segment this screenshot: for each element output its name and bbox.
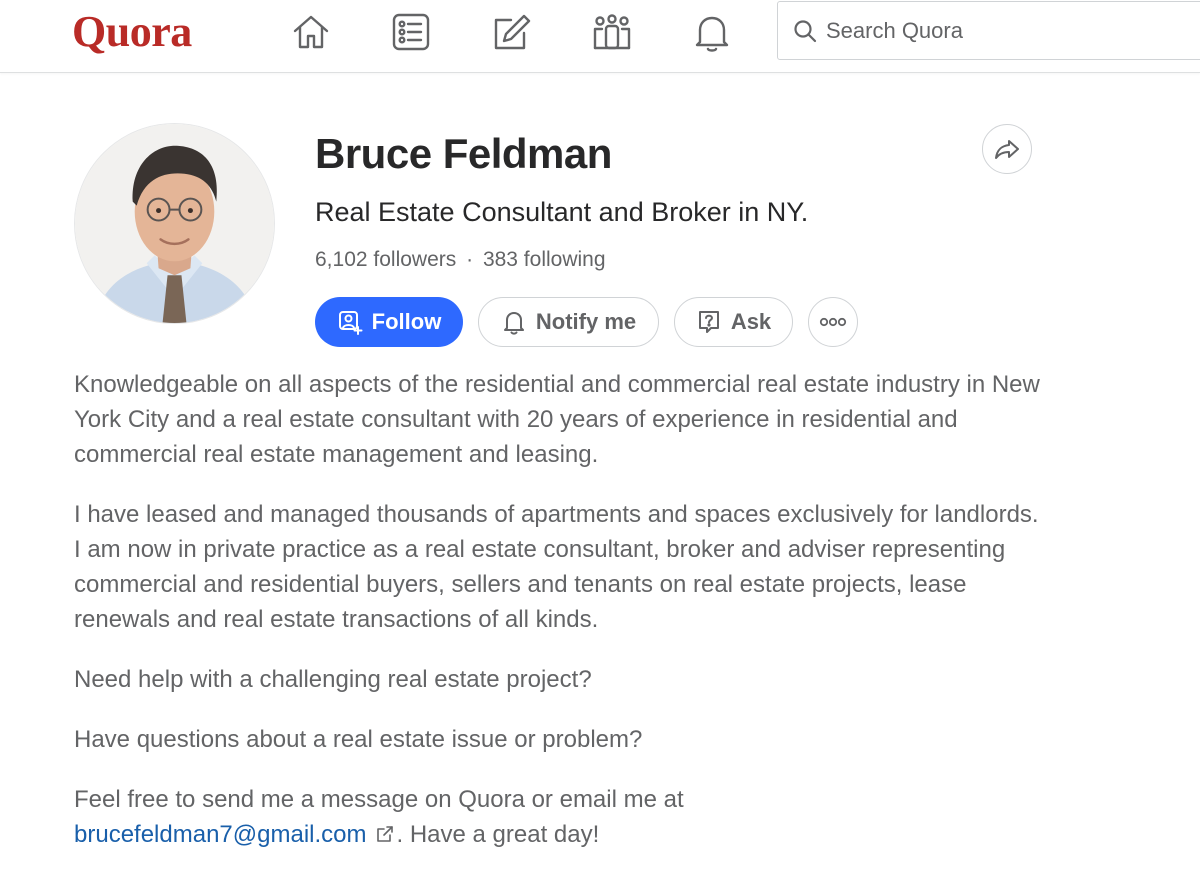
stats-separator: · (466, 248, 474, 271)
followers-count[interactable]: 6,102 followers (315, 248, 456, 271)
profile-name: Bruce Feldman (315, 130, 612, 177)
search-bar[interactable] (777, 1, 1200, 60)
notify-me-label: Notify me (535, 309, 637, 334)
email-link[interactable]: brucefeldman7@gmail.com (74, 821, 367, 848)
quora-logo[interactable]: Quora (72, 6, 192, 57)
home-icon[interactable] (289, 10, 333, 54)
bio-paragraph-contact: Feel free to send me a message on Quora … (74, 782, 1049, 852)
profile-photo (75, 124, 274, 323)
answer-icon[interactable] (490, 10, 534, 54)
search-icon (794, 19, 817, 42)
profile-headline: Real Estate Consultant and Broker in NY. (315, 197, 809, 227)
ask-button[interactable]: Ask (674, 297, 793, 347)
top-nav-bar: Quora (0, 0, 1200, 73)
following-feed-icon[interactable] (389, 10, 433, 54)
more-options-button[interactable] (808, 297, 858, 347)
bio-paragraph: Need help with a challenging real estate… (74, 666, 592, 693)
avatar[interactable] (74, 123, 275, 324)
bell-icon (503, 312, 524, 335)
add-user-icon (338, 311, 363, 335)
external-link-icon (376, 826, 393, 842)
question-icon (698, 311, 719, 333)
ask-label: Ask (730, 309, 772, 334)
more-icon (819, 317, 847, 327)
following-count[interactable]: 383 following (483, 248, 606, 271)
search-input[interactable] (826, 17, 1200, 44)
share-icon (995, 140, 1019, 159)
bio-paragraph: I have leased and managed thousands of a… (74, 501, 1039, 633)
bio-closing-text: . Have a great day! (396, 821, 600, 848)
bio-paragraph: Knowledgeable on all aspects of the resi… (74, 371, 1040, 468)
share-button[interactable] (982, 124, 1032, 174)
profile-stats: 6,102 followers · 383 following (315, 248, 606, 272)
follow-label: Follow (371, 309, 442, 334)
notifications-icon[interactable] (690, 10, 734, 54)
spaces-icon[interactable] (590, 10, 634, 54)
profile-bio: Knowledgeable on all aspects of the resi… (74, 367, 1049, 877)
bio-paragraph: Have questions about a real estate issue… (74, 726, 643, 753)
follow-button[interactable]: Follow (315, 297, 463, 347)
bio-contact-text: Feel free to send me a message on Quora … (74, 786, 684, 813)
notify-me-button[interactable]: Notify me (478, 297, 659, 347)
